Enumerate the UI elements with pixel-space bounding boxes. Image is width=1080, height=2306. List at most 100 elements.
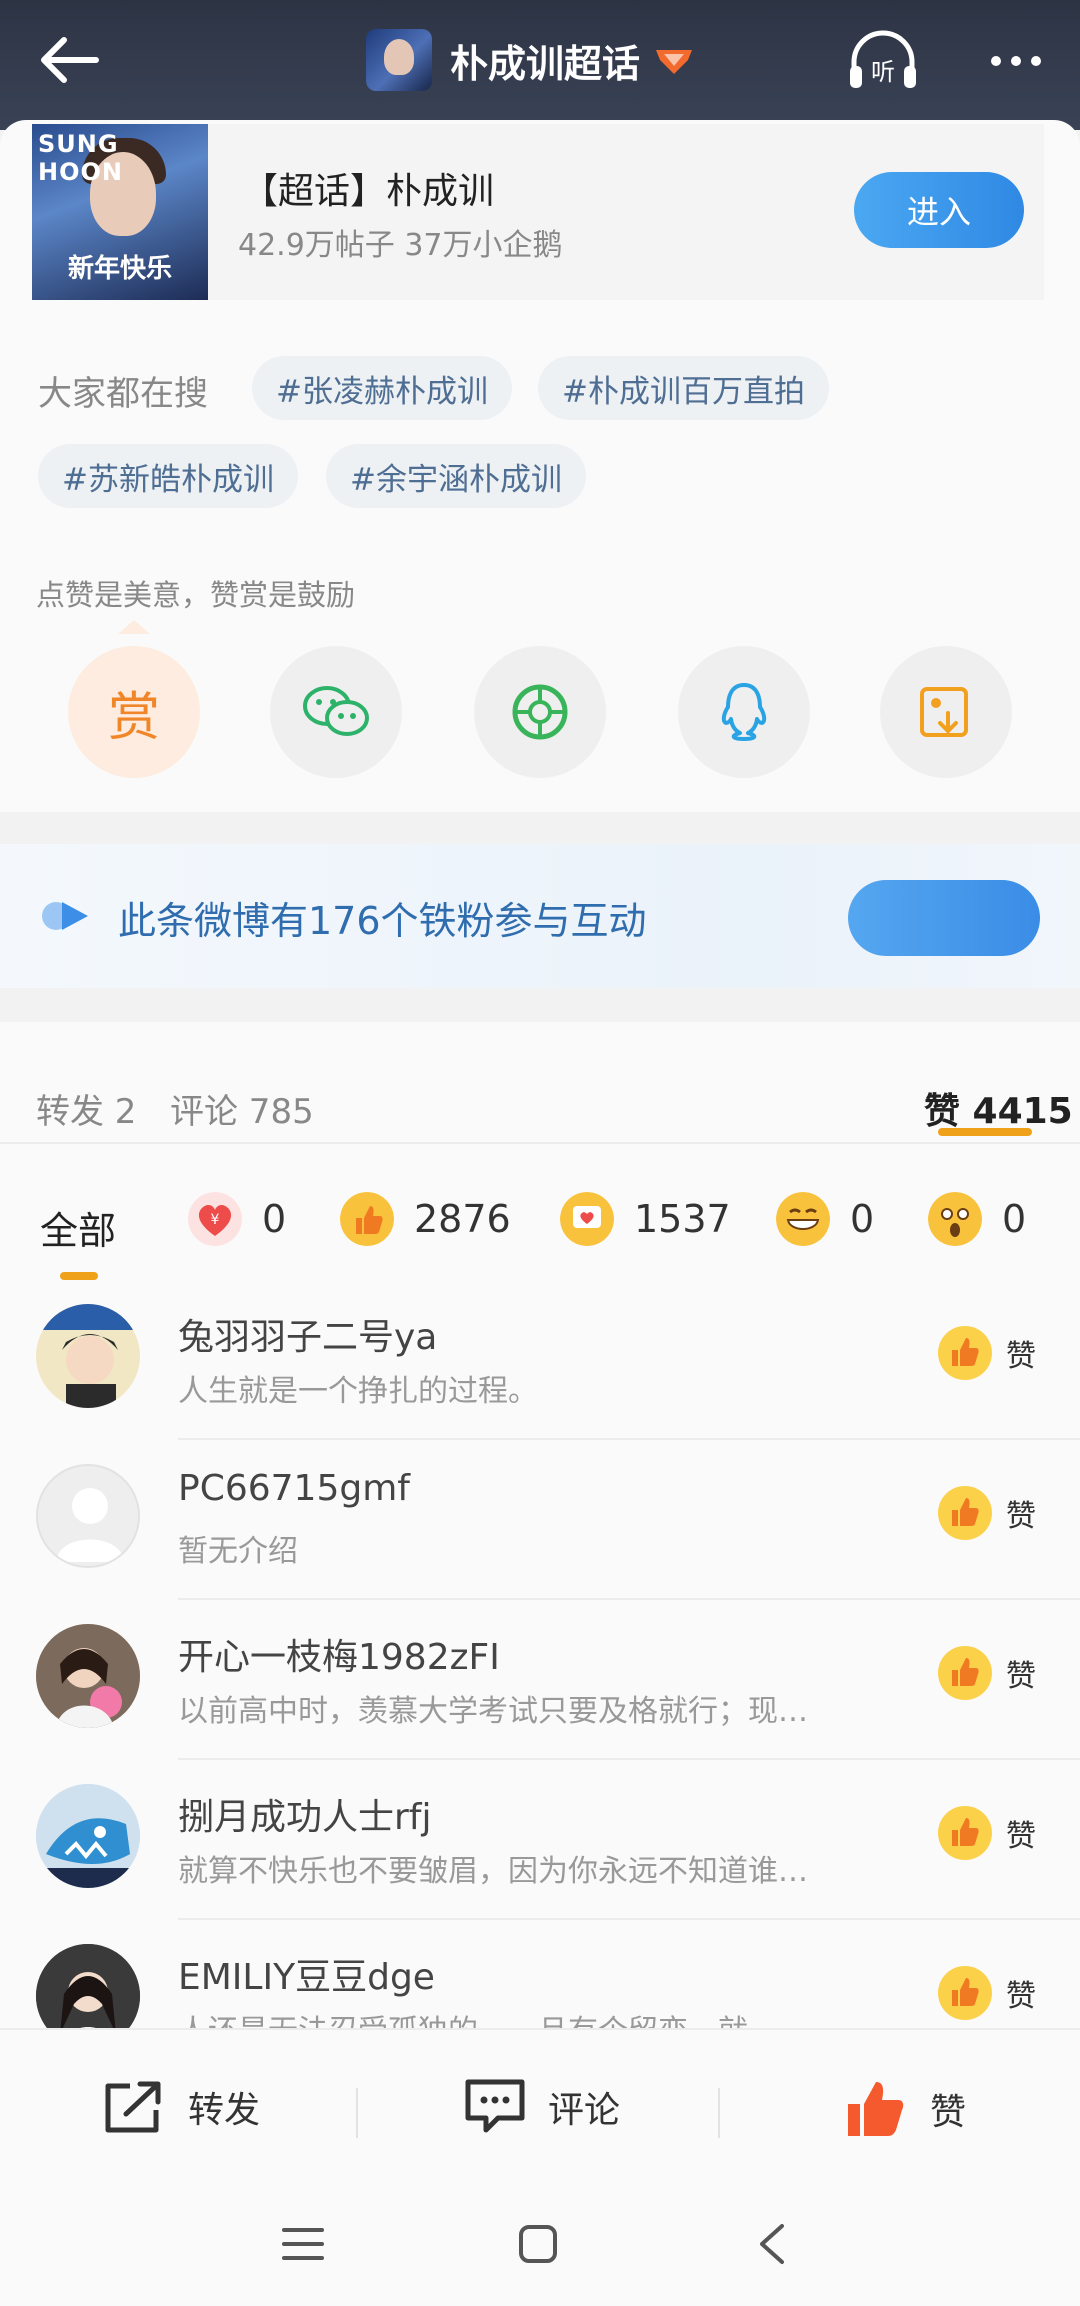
thumbs-up-icon [938,1646,992,1700]
qq-icon [721,683,767,741]
like-user-button[interactable]: 赞 [938,1326,1036,1380]
listen-button[interactable]: 听 [846,30,920,92]
like-label: 赞 [1006,1819,1036,1854]
fans-banner-button[interactable] [848,880,1040,956]
list-item[interactable]: PC66715gmf 暂无介绍 赞 [0,1440,1080,1600]
heart-bubble-icon [560,1192,614,1246]
trending-search-label: 大家都在搜 [38,374,208,414]
list-item[interactable]: 开心一枝梅1982zFI 以前高中时，羡慕大学考试只要及格就行；现… 赞 [0,1600,1080,1760]
like-label: 赞 [1006,1979,1036,2014]
thumbs-up-icon [340,1192,394,1246]
wechat-icon [303,686,369,736]
repost-button[interactable]: 转发 [102,2078,260,2136]
like-label: 赞 [1006,1339,1036,1374]
list-item[interactable]: 捌月成功人士rfj 就算不快乐也不要皱眉，因为你永远不知道谁… 赞 [0,1760,1080,1920]
nav-back-icon[interactable] [756,2222,786,2266]
reaction-filter-laugh[interactable]: 0 [776,1192,874,1246]
super-topic-badge-icon [656,50,693,74]
like-label: 赞 [1006,1659,1036,1694]
cover-caption: 新年快乐 [67,254,172,284]
cover-logo: SUNG HOON [38,130,123,186]
share-wechat-button[interactable] [270,646,402,778]
avatar[interactable] [36,1304,140,1408]
home-square-icon[interactable] [518,2224,558,2264]
reaction-count: 1537 [634,1197,731,1241]
reaction-count: 0 [850,1197,875,1241]
like-label: 赞 [930,2092,967,2133]
reward-button[interactable]: 赏 [68,646,200,778]
list-item[interactable]: EMILIY豆豆dge 人还是无法忍受孤独的，一旦有个留恋，就… 赞 [0,1920,1080,2028]
list-item[interactable]: 兔羽羽子二号ya 人生就是一个挣扎的过程。 赞 [0,1280,1080,1440]
reaction-filter-like[interactable]: 2876 [340,1192,511,1246]
user-bio: 人生就是一个挣扎的过程。 [178,1374,538,1409]
avatar[interactable] [36,1624,140,1728]
surprised-icon [928,1192,982,1246]
svg-text:¥: ¥ [211,1212,220,1228]
avatar[interactable] [36,1944,140,2028]
share-qq-button[interactable] [678,646,810,778]
like-user-button[interactable]: 赞 [938,1966,1036,2020]
reaction-count: 2876 [414,1197,511,1241]
like-count-tab[interactable]: 赞 4415 [924,1082,1073,1134]
reaction-filter-surprised[interactable]: 0 [928,1192,1026,1246]
comment-icon [465,2079,525,2133]
like-user-button[interactable]: 赞 [938,1806,1036,1860]
reaction-filter-row: 全部 ¥ 0 2876 1537 0 0 [0,1162,1080,1280]
search-tag[interactable]: #苏新皓朴成训 [38,444,298,508]
like-label: 赞 [1006,1499,1036,1534]
thumbs-up-icon [938,1966,992,2020]
super-topic-name: 【超话】朴成训 [242,171,495,212]
back-button[interactable] [36,30,106,90]
share-moments-button[interactable] [474,646,606,778]
save-image-button[interactable] [880,646,1012,778]
interaction-card: 转发 2 评论 785 赞 4415 全部 ¥ 0 2876 1537 0 0 … [0,1022,1080,2028]
avatar[interactable] [36,1464,140,1568]
like-button[interactable]: 赞 [844,2078,966,2140]
more-button[interactable] [976,36,1056,86]
laugh-icon [776,1192,830,1246]
like-user-button[interactable]: 赞 [938,1646,1036,1700]
listen-label: 听 [871,58,895,86]
divider [718,2088,720,2138]
search-tag[interactable]: #朴成训百万直拍 [538,356,829,420]
divider [0,1142,1080,1144]
user-name[interactable]: EMILIY豆豆dge [178,1948,435,2000]
reaction-filter-heart[interactable]: 1537 [560,1192,731,1246]
super-topic-card[interactable]: SUNG HOON 新年快乐 【超话】朴成训 42.9万帖子 37万小企鹅 进入 [32,124,1044,300]
back-arrow-icon [41,37,99,83]
comment-count-tab[interactable]: 评论 785 [170,1084,314,1133]
user-bio: 就算不快乐也不要皱眉，因为你永远不知道谁… [178,1854,808,1889]
fans-banner-text: 此条微博有176个铁粉参与互动 [118,899,647,943]
page-title: 朴成训超话 [450,41,641,86]
fans-banner[interactable]: 此条微博有176个铁粉参与互动 [0,844,1080,988]
reaction-filter-reward[interactable]: ¥ 0 [188,1192,286,1246]
repost-count-tab[interactable]: 转发 2 [36,1084,136,1133]
repost-icon [105,2081,161,2133]
avatar[interactable] [36,1784,140,1888]
user-name[interactable]: 开心一枝梅1982zFI [178,1628,500,1680]
reaction-filter-all[interactable]: 全部 [40,1200,116,1255]
header-title-group[interactable]: 朴成训超话 [366,28,696,92]
like-icon [848,2082,904,2136]
repost-label: 转发 [188,2090,261,2131]
thumbs-up-icon [938,1326,992,1380]
thumbs-up-icon [938,1486,992,1540]
super-topic-stats: 42.9万帖子 37万小企鹅 [238,228,563,263]
enter-button[interactable]: 进入 [854,172,1024,248]
user-bio: 人还是无法忍受孤独的，一旦有个留恋，就… [178,2006,778,2028]
user-name[interactable]: 兔羽羽子二号ya [178,1308,437,1360]
search-tag[interactable]: #张凌赫朴成训 [252,356,512,420]
search-tag[interactable]: #余宇涵朴成训 [326,444,586,508]
reaction-filter-indicator [60,1272,98,1280]
menu-icon[interactable] [282,2226,324,2262]
active-tab-indicator [938,1128,1032,1136]
user-name[interactable]: 捌月成功人士rfj [178,1788,431,1840]
bottom-action-bar: 转发 评论 赞 [0,2028,1080,2174]
reaction-count: 0 [1002,1197,1027,1241]
save-image-icon [920,687,968,737]
like-user-button[interactable]: 赞 [938,1486,1036,1540]
thumbs-up-icon [938,1806,992,1860]
comment-button[interactable]: 评论 [464,2078,620,2136]
user-name[interactable]: PC66715gmf [178,1468,410,1509]
top-bar: 朴成训超话 听 [0,0,1080,130]
